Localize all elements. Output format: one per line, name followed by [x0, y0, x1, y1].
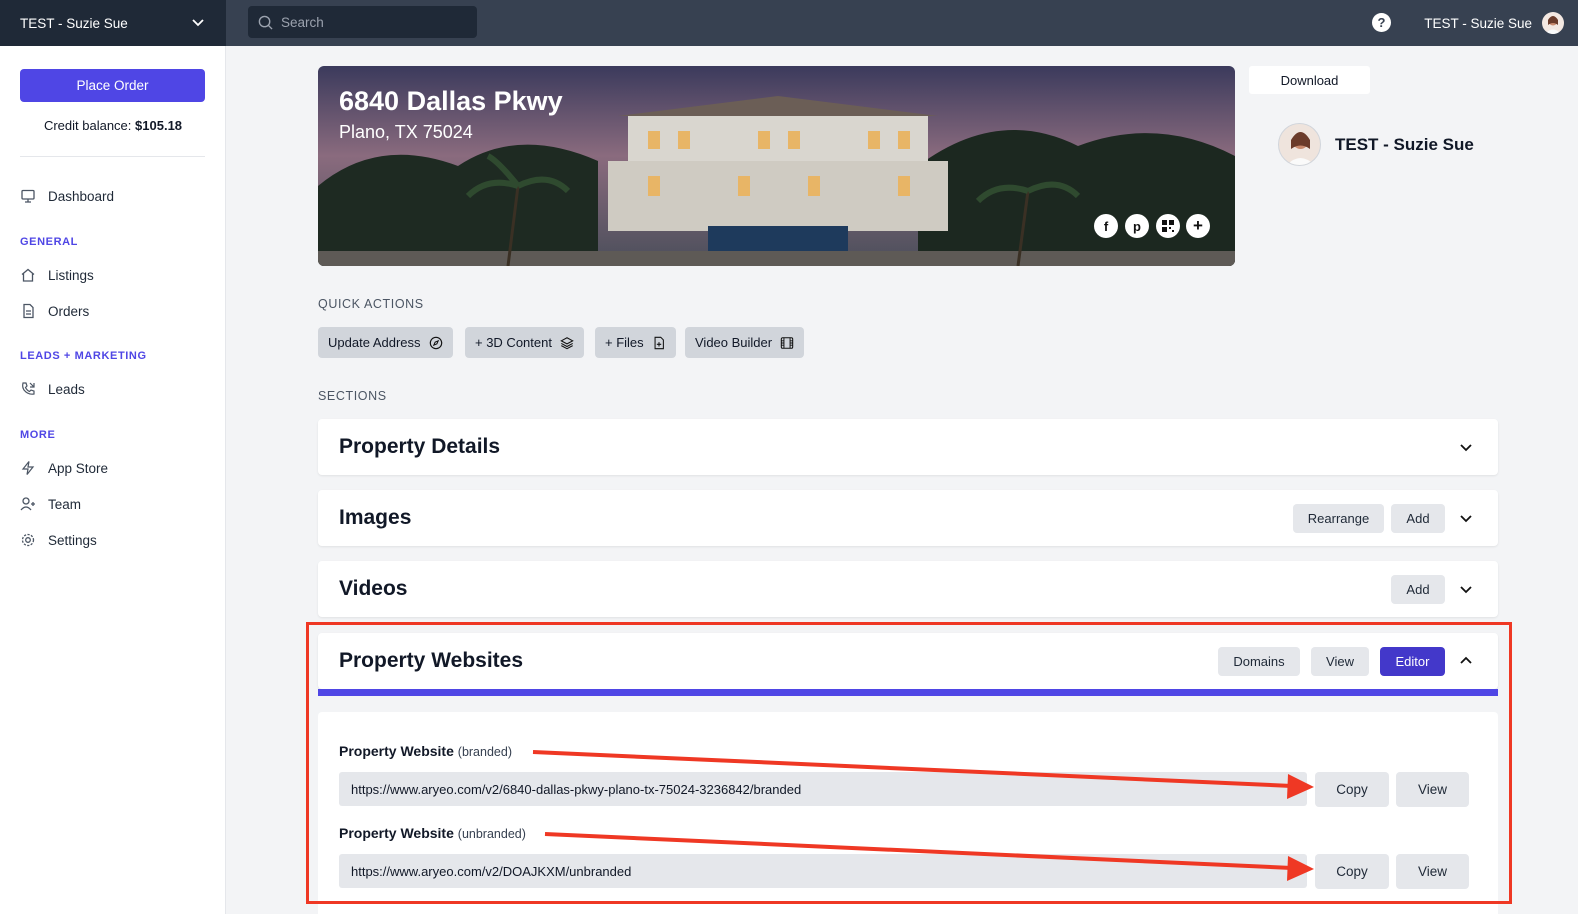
sidebar-item-label: Team	[48, 496, 82, 512]
film-icon	[780, 336, 794, 349]
add-image-button[interactable]: Add	[1391, 504, 1445, 533]
branded-url-field[interactable]	[339, 772, 1307, 806]
listing-hero-image: 6840 Dallas Pkwy Plano, TX 75024 f p +	[318, 66, 1235, 266]
view-branded-button[interactable]: View	[1396, 772, 1469, 807]
avatar	[1278, 123, 1321, 166]
section-title: Property Websites	[339, 649, 524, 672]
user-name: TEST - Suzie Sue	[1424, 15, 1532, 31]
pinterest-icon[interactable]: p	[1125, 214, 1149, 238]
account-switcher[interactable]: TEST - Suzie Sue	[0, 0, 226, 46]
sidebar-item-label: Settings	[48, 532, 97, 548]
label-tag: (branded)	[457, 745, 512, 759]
credit-value: $105.18	[135, 118, 183, 133]
video-builder-button[interactable]: Video Builder	[685, 327, 805, 358]
quick-actions-heading: QUICK ACTIONS	[318, 297, 424, 311]
place-order-button[interactable]: Place Order	[20, 69, 205, 102]
button-label: Update Address	[328, 335, 421, 350]
add-video-button[interactable]: Add	[1391, 575, 1445, 604]
unbranded-website-label: Property Website (unbranded)	[339, 825, 526, 841]
button-label: + 3D Content	[475, 335, 552, 350]
compass-icon	[429, 336, 442, 349]
agent-card: TEST - Suzie Sue	[1278, 123, 1474, 166]
chevron-down-icon[interactable]	[1458, 581, 1474, 597]
file-plus-icon	[654, 336, 664, 349]
lightning-icon	[21, 461, 35, 475]
section-title: Property Details	[339, 435, 501, 458]
sidebar: Place Order Credit balance: $105.18 Dash…	[0, 46, 226, 914]
sidebar-item-team[interactable]: Team	[20, 496, 81, 512]
section-title: Videos	[339, 577, 408, 600]
chevron-down-icon[interactable]	[1458, 510, 1474, 526]
label-text: Property Website	[339, 743, 454, 759]
help-icon[interactable]: ?	[1372, 13, 1391, 32]
rearrange-button[interactable]: Rearrange	[1293, 504, 1384, 533]
domains-button[interactable]: Domains	[1218, 647, 1300, 676]
monitor-icon	[21, 189, 35, 203]
listing-city: Plano, TX 75024	[339, 122, 473, 142]
sidebar-item-dashboard[interactable]: Dashboard	[20, 188, 114, 204]
sidebar-item-orders[interactable]: Orders	[20, 303, 89, 319]
sidebar-item-label: Orders	[48, 303, 90, 319]
search-icon	[258, 15, 273, 30]
view-website-button[interactable]: View	[1311, 647, 1369, 676]
plus-icon[interactable]: +	[1186, 214, 1210, 238]
nav-header-leads-marketing: LEADS + MARKETING	[20, 350, 147, 362]
credit-label: Credit balance:	[43, 118, 132, 133]
unbranded-url-field[interactable]	[339, 854, 1307, 888]
sidebar-item-label: Listings	[48, 267, 94, 283]
layers-icon	[560, 336, 574, 349]
chevron-down-icon	[192, 19, 204, 27]
sections-heading: SECTIONS	[318, 389, 387, 403]
avatar	[1542, 12, 1564, 34]
sidebar-item-settings[interactable]: Settings	[20, 532, 97, 548]
section-accent-bar	[318, 689, 1498, 696]
phone-icon	[22, 382, 35, 395]
home-icon	[21, 268, 35, 282]
chevron-up-icon[interactable]	[1458, 653, 1474, 669]
branded-website-label: Property Website (branded)	[339, 743, 512, 759]
sidebar-item-app-store[interactable]: App Store	[20, 460, 108, 476]
button-label: Video Builder	[695, 335, 773, 350]
sidebar-item-label: App Store	[48, 460, 109, 476]
update-address-button[interactable]: Update Address	[318, 327, 453, 358]
sidebar-item-label: Dashboard	[48, 188, 115, 204]
sidebar-item-leads[interactable]: Leads	[20, 381, 85, 397]
editor-button[interactable]: Editor	[1380, 647, 1445, 676]
property-websites-content: Property Website (branded) Copy View Pro…	[318, 712, 1498, 914]
view-unbranded-button[interactable]: View	[1396, 854, 1469, 889]
copy-branded-button[interactable]: Copy	[1315, 772, 1389, 807]
section-images[interactable]: Images Rearrange Add	[318, 490, 1498, 546]
button-label: + Files	[605, 335, 644, 350]
section-property-websites[interactable]: Property Websites Domains View Editor	[318, 633, 1498, 689]
listing-address: 6840 Dallas Pkwy	[339, 86, 563, 116]
gear-icon	[21, 533, 35, 547]
agent-name: TEST - Suzie Sue	[1335, 134, 1474, 154]
add-3d-content-button[interactable]: + 3D Content	[465, 327, 584, 358]
user-plus-icon	[20, 497, 35, 511]
facebook-icon[interactable]: f	[1094, 214, 1118, 238]
nav-header-general: GENERAL	[20, 236, 78, 248]
section-property-details[interactable]: Property Details	[318, 419, 1498, 475]
top-bar: TEST - Suzie Sue ? TEST - Suzie Sue	[0, 0, 1578, 46]
download-button[interactable]: Download	[1249, 66, 1370, 94]
chevron-down-icon[interactable]	[1458, 439, 1474, 455]
copy-unbranded-button[interactable]: Copy	[1315, 854, 1389, 889]
add-files-button[interactable]: + Files	[595, 327, 676, 358]
account-name: TEST - Suzie Sue	[20, 15, 128, 31]
sidebar-item-listings[interactable]: Listings	[20, 267, 94, 283]
search-box	[248, 6, 477, 38]
credit-balance: Credit balance: $105.18	[0, 118, 226, 133]
nav-header-more: MORE	[20, 429, 56, 441]
qr-code-icon[interactable]	[1156, 214, 1180, 238]
divider	[20, 156, 205, 157]
section-title: Images	[339, 506, 412, 529]
section-videos[interactable]: Videos Add	[318, 561, 1498, 617]
user-menu[interactable]: TEST - Suzie Sue	[1424, 0, 1564, 46]
label-text: Property Website	[339, 825, 454, 841]
sidebar-item-label: Leads	[48, 381, 85, 397]
search-input[interactable]	[281, 14, 461, 30]
document-icon	[23, 303, 34, 319]
label-tag: (unbranded)	[457, 827, 526, 841]
